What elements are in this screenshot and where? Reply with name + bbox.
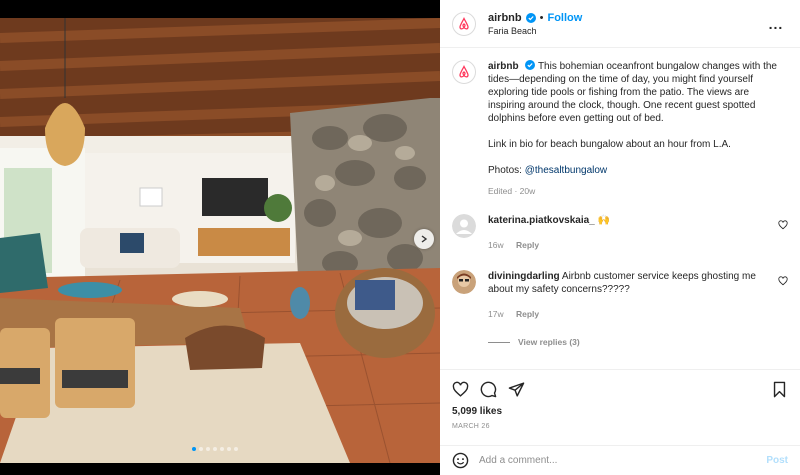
comment: katerina.piatkovskaia_ 🙌 16w Reply	[452, 214, 788, 252]
carousel-dot	[206, 447, 210, 451]
post-header: airbnb • Follow Faria Beach ...	[440, 0, 800, 48]
post-media[interactable]	[0, 0, 440, 475]
carousel-dot	[234, 447, 238, 451]
carousel-dot	[199, 447, 203, 451]
caption: airbnb This bohemian oceanfront bungalow…	[452, 60, 788, 190]
caption-link-text: Link in bio for beach bungalow about an …	[488, 139, 731, 150]
post-actions: 5,099 likes MARCH 26	[440, 369, 800, 445]
carousel-dot	[220, 447, 224, 451]
comment-bubble-icon[interactable]	[480, 381, 497, 398]
location-link[interactable]: Faria Beach	[488, 26, 764, 36]
carousel-dot	[192, 447, 196, 451]
emoji-smiley-icon[interactable]	[452, 452, 469, 469]
verified-badge-icon	[525, 12, 536, 23]
like-heart-icon[interactable]	[452, 381, 469, 398]
post-side-panel: airbnb • Follow Faria Beach ... airbnb T…	[440, 0, 800, 475]
post-date: MARCH 26	[452, 423, 490, 430]
avatar[interactable]	[452, 270, 476, 294]
comment-age: 17w	[488, 309, 504, 319]
comment-age: 16w	[488, 240, 504, 250]
separator: •	[539, 11, 544, 24]
more-options-button[interactable]: ...	[764, 16, 788, 32]
comment-text: 🙌	[597, 215, 610, 226]
reply-button[interactable]: Reply	[516, 309, 539, 319]
post-comment-button[interactable]: Post	[766, 455, 788, 466]
carousel-dot	[213, 447, 217, 451]
username-link[interactable]: airbnb	[488, 12, 522, 24]
comments-section[interactable]: airbnb This bohemian oceanfront bungalow…	[440, 48, 800, 369]
photos-label: Photos:	[488, 165, 522, 176]
share-paper-plane-icon[interactable]	[508, 381, 525, 398]
airbnb-logo-icon	[459, 65, 469, 78]
bookmark-icon[interactable]	[771, 381, 788, 398]
view-replies-label: View replies (3)	[518, 337, 580, 347]
comment-username[interactable]: diviningdarling	[488, 271, 560, 282]
divider	[488, 341, 510, 343]
chevron-right-icon	[421, 235, 428, 243]
add-comment-input[interactable]	[479, 455, 767, 466]
airbnb-logo-icon	[459, 16, 469, 30]
comment: diviningdarling Airbnb customer service …	[452, 270, 788, 321]
caption-text: This bohemian oceanfront bungalow change…	[488, 61, 777, 124]
likes-count[interactable]: 5,099 likes	[452, 406, 788, 417]
view-replies-button[interactable]: View replies (3)	[488, 337, 788, 347]
add-comment-bar: Post	[440, 445, 800, 475]
avatar[interactable]	[452, 214, 476, 238]
carousel-dot	[227, 447, 231, 451]
photographer-mention-link[interactable]: @thesaltbungalow	[525, 165, 607, 176]
comment-username[interactable]: katerina.piatkovskaia_	[488, 215, 595, 226]
carousel-indicator	[192, 447, 238, 451]
like-comment-heart-icon[interactable]	[778, 220, 788, 230]
verified-badge-icon	[525, 60, 536, 70]
like-comment-heart-icon[interactable]	[778, 276, 788, 286]
avatar[interactable]	[452, 11, 476, 36]
next-photo-button[interactable]	[414, 229, 434, 249]
caption-username[interactable]: airbnb	[488, 61, 519, 72]
follow-button[interactable]: Follow	[547, 12, 582, 24]
reply-button[interactable]: Reply	[516, 240, 539, 250]
caption-avatar[interactable]	[452, 60, 476, 84]
post-photo	[0, 18, 440, 463]
post-dialog: airbnb • Follow Faria Beach ... airbnb T…	[0, 0, 800, 475]
